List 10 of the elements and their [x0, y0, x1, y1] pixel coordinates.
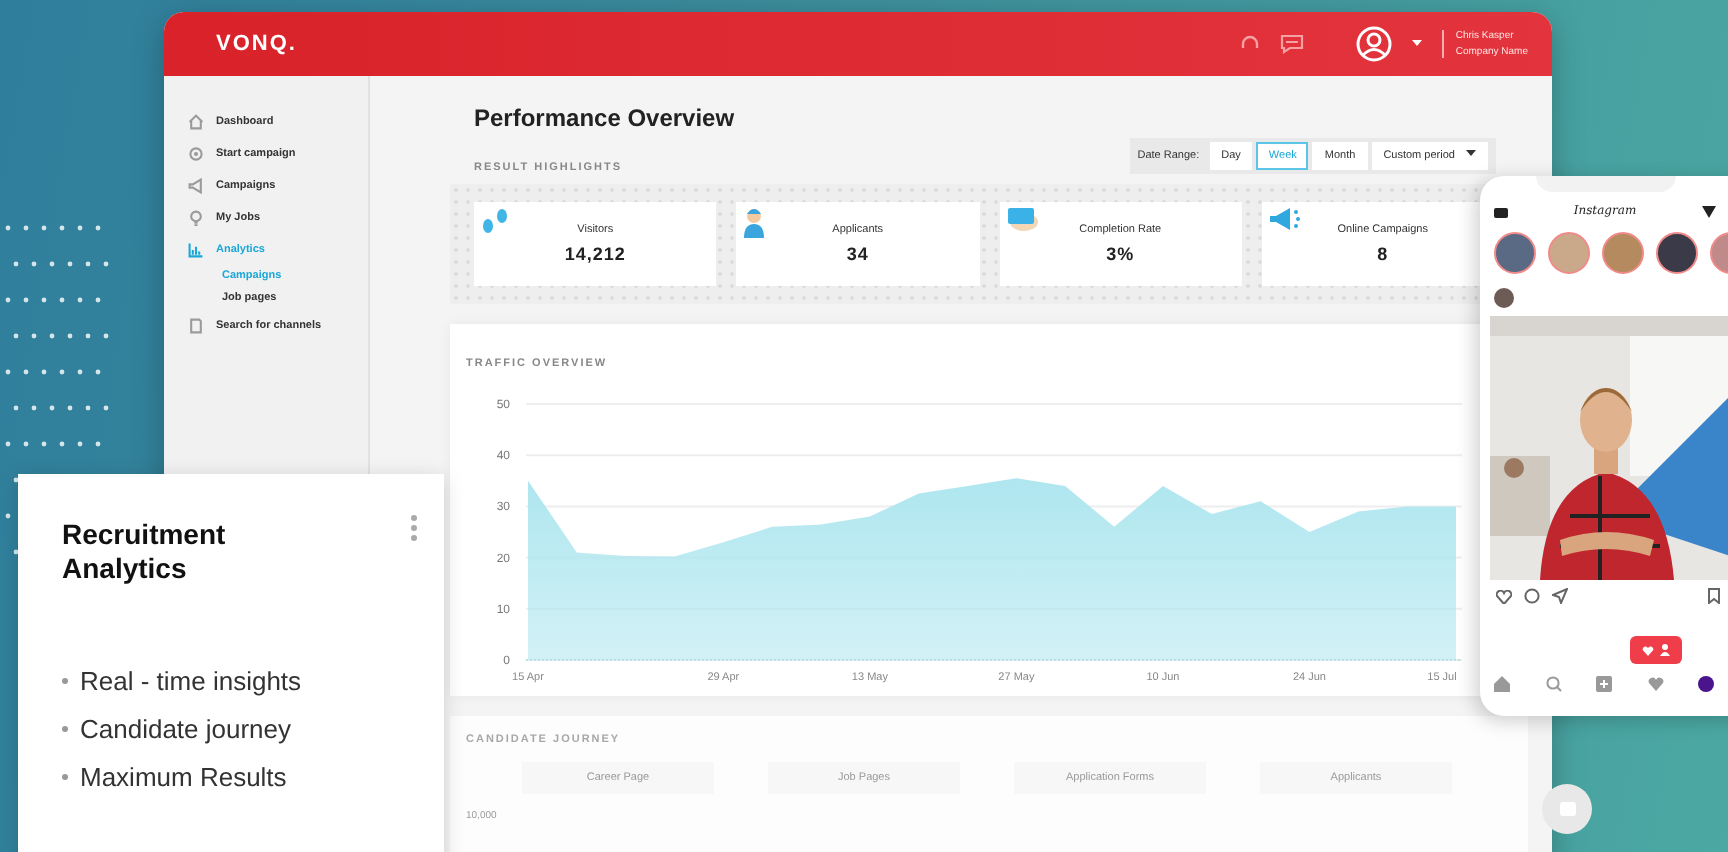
page-title: Performance Overview: [474, 104, 737, 132]
promo-title: Recruitment Analytics: [62, 518, 228, 586]
bullet-text: Real - time insights: [80, 666, 302, 696]
bullet-text: Maximum Results: [80, 762, 287, 792]
stat-value: 8: [1377, 244, 1389, 264]
logo: VONQ.: [216, 32, 299, 56]
bullet-text: Candidate journey: [80, 714, 292, 744]
stat-value: 14,212: [564, 244, 626, 264]
stat-value: 3%: [1106, 244, 1135, 264]
stat-value: 34: [846, 244, 869, 264]
